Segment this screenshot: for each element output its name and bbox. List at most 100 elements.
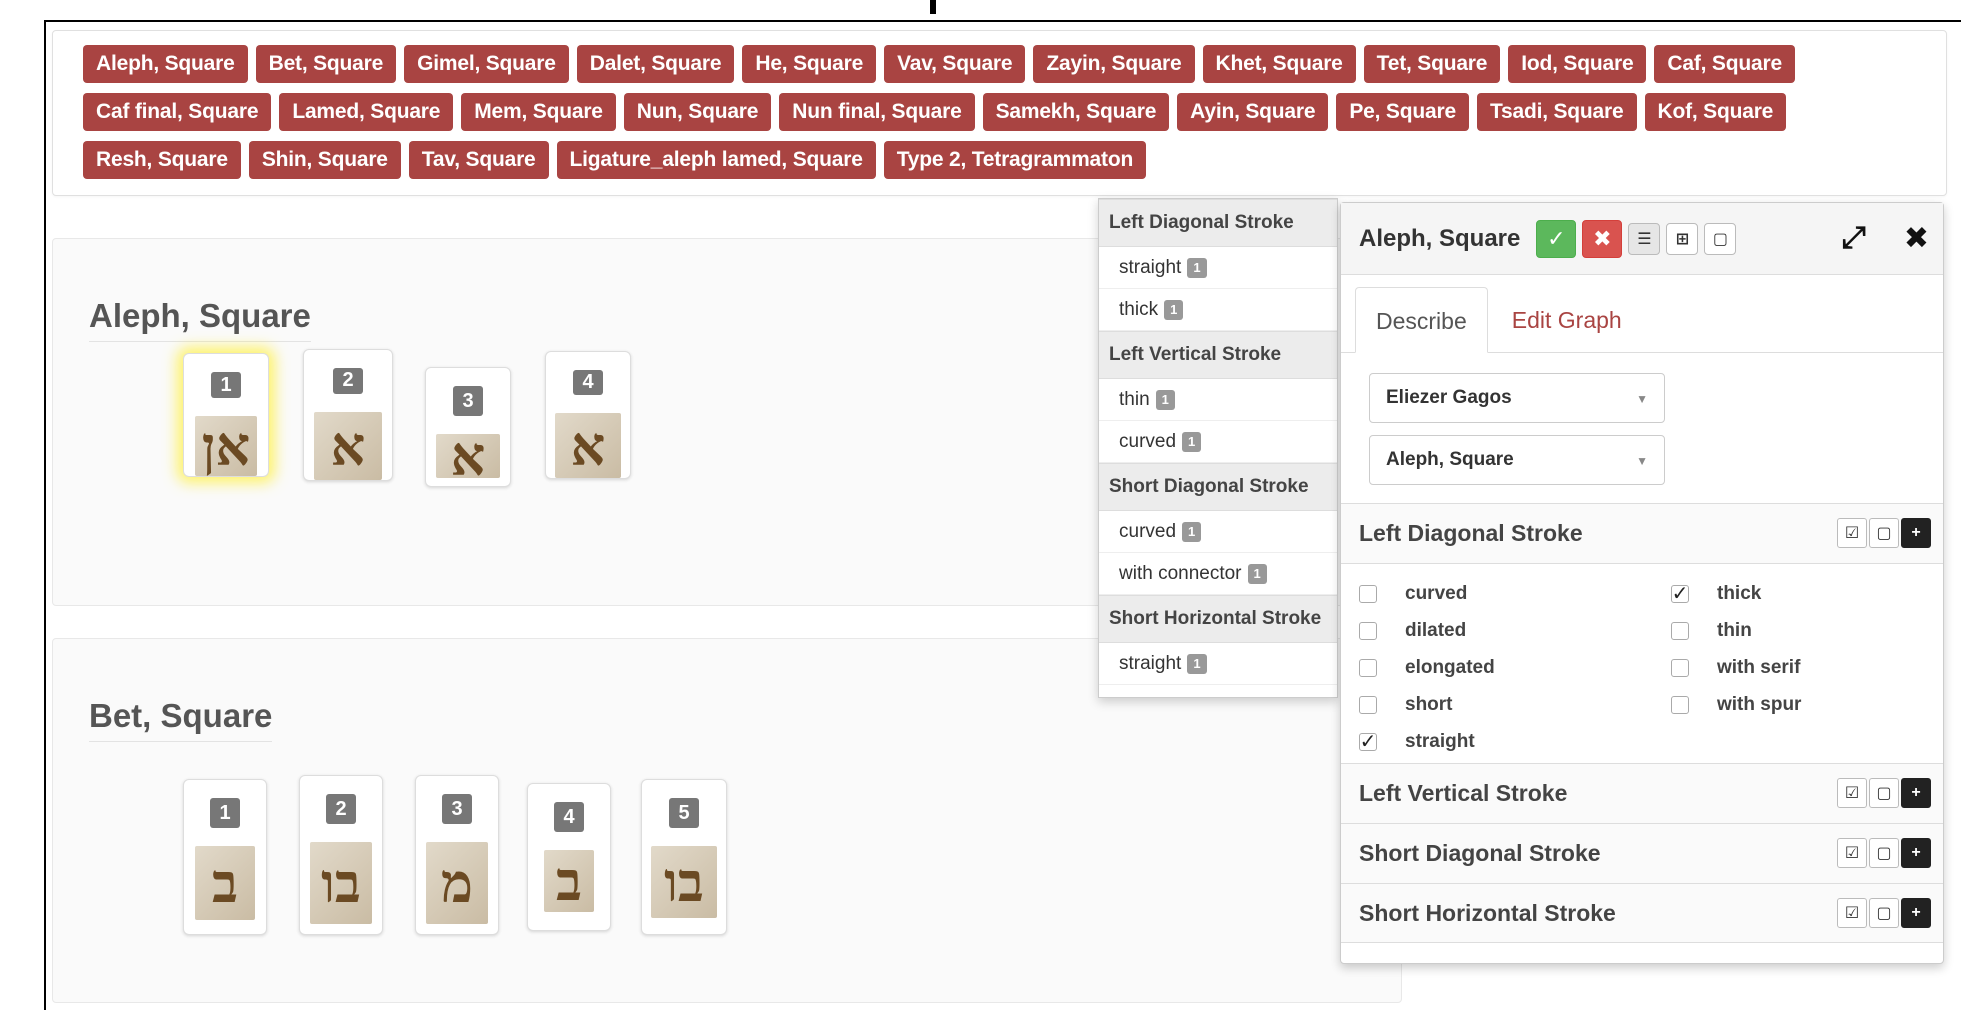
- plus-square-icon[interactable]: +: [1901, 898, 1931, 928]
- section-short-horizontal-stroke[interactable]: Short Horizontal Stroke ☑ ▢ +: [1341, 883, 1943, 943]
- section-left-diagonal-stroke[interactable]: Left Diagonal Stroke ☑ ▢ +: [1341, 503, 1943, 563]
- allograph-tag[interactable]: Khet, Square: [1202, 45, 1356, 83]
- checkbox[interactable]: [1671, 621, 1689, 640]
- check-all-icon[interactable]: ☑: [1837, 838, 1867, 868]
- allograph-tag[interactable]: Nun final, Square: [779, 93, 975, 131]
- summary-row[interactable]: thick 1: [1099, 289, 1337, 331]
- allograph-tag[interactable]: Dalet, Square: [576, 45, 735, 83]
- attribute-option[interactable]: curved: [1359, 578, 1671, 609]
- hand-select[interactable]: Eliezer Gagos ▼: [1369, 373, 1665, 423]
- allograph-tag[interactable]: Tav, Square: [408, 141, 549, 179]
- plus-square-icon[interactable]: ⊞: [1666, 222, 1699, 255]
- x-icon[interactable]: ✖: [1582, 219, 1623, 258]
- allograph-tag[interactable]: Iod, Square: [1508, 45, 1647, 83]
- allograph-tag[interactable]: Lamed, Square: [279, 93, 454, 131]
- section-left-vertical-stroke[interactable]: Left Vertical Stroke ☑ ▢ +: [1341, 763, 1943, 823]
- attribute-label: elongated: [1405, 656, 1495, 678]
- allograph-tag[interactable]: Type 2, Tetragrammaton: [883, 141, 1147, 179]
- allograph-tag[interactable]: Tet, Square: [1363, 45, 1501, 83]
- check-all-icon[interactable]: ☑: [1837, 518, 1867, 548]
- summary-row[interactable]: thin 1: [1099, 379, 1337, 421]
- allograph-tag[interactable]: Samekh, Square: [982, 93, 1170, 131]
- square-icon[interactable]: ▢: [1869, 898, 1899, 928]
- allograph-tag[interactable]: Caf final, Square: [83, 93, 272, 131]
- annotation-editor: Aleph, Square ✓ ✖ ☰ ⊞ ▢ ⤢ ✖ Describe Edi…: [1340, 202, 1944, 964]
- expand-icon[interactable]: ⤢: [1842, 221, 1866, 256]
- list-icon[interactable]: ☰: [1628, 222, 1661, 255]
- summary-row[interactable]: curved 1: [1099, 511, 1337, 553]
- allograph-tag[interactable]: Mem, Square: [461, 93, 616, 131]
- checkbox[interactable]: [1359, 695, 1377, 714]
- section-short-diagonal-stroke[interactable]: Short Diagonal Stroke ☑ ▢ +: [1341, 823, 1943, 883]
- summary-row[interactable]: straight 1: [1099, 643, 1337, 685]
- aleph-thumbnail[interactable]: 3 אׄ: [425, 367, 511, 487]
- plus-square-icon[interactable]: +: [1901, 778, 1931, 808]
- allograph-tag[interactable]: Ayin, Square: [1177, 93, 1329, 131]
- checkbox[interactable]: [1359, 584, 1377, 603]
- editor-tabs: Describe Edit Graph: [1341, 275, 1943, 353]
- bet-thumbnail[interactable]: 1ב: [183, 779, 267, 935]
- aleph-thumbnail[interactable]: 2א: [303, 349, 393, 481]
- allograph-tag[interactable]: Tsadi, Square: [1476, 93, 1637, 131]
- allograph-tag[interactable]: Zayin, Square: [1033, 45, 1195, 83]
- attribute-option[interactable]: ✓ thick: [1671, 578, 1931, 609]
- attribute-option[interactable]: elongated: [1359, 652, 1671, 683]
- bet-thumbnail[interactable]: 5 בו: [641, 779, 727, 935]
- attribute-option[interactable]: with spur: [1671, 689, 1931, 720]
- aleph-thumbnail[interactable]: 1 אן: [183, 353, 269, 477]
- bet-thumbnail[interactable]: 4ב: [527, 783, 611, 931]
- attribute-option[interactable]: with serif: [1671, 652, 1931, 683]
- count-badge: 1: [1187, 653, 1207, 674]
- summary-row[interactable]: straight 1: [1099, 247, 1337, 289]
- checkbox[interactable]: ✓: [1671, 584, 1689, 604]
- attribute-option[interactable]: dilated: [1359, 615, 1671, 646]
- attribute-option[interactable]: [1671, 726, 1931, 757]
- attribute-option[interactable]: thin: [1671, 615, 1931, 646]
- plus-square-icon[interactable]: +: [1901, 518, 1931, 548]
- bet-thumbnail[interactable]: 2 בו: [299, 775, 383, 935]
- checkbox[interactable]: [1671, 695, 1689, 714]
- allograph-tag[interactable]: Kof, Square: [1644, 93, 1787, 131]
- allograph-tag[interactable]: Nun, Square: [623, 93, 772, 131]
- checkbox[interactable]: [1671, 658, 1689, 677]
- tab-describe[interactable]: Describe: [1355, 287, 1488, 353]
- attribute-label: with spur: [1717, 693, 1802, 715]
- attribute-option[interactable]: short: [1359, 689, 1671, 720]
- attribute-label: thick: [1717, 582, 1762, 604]
- checkbox[interactable]: ✓: [1359, 732, 1377, 752]
- allograph-tag[interactable]: Caf, Square: [1654, 45, 1795, 83]
- attribute-label: thin: [1717, 619, 1752, 641]
- count-badge: 1: [1155, 389, 1175, 410]
- allograph-tag[interactable]: Bet, Square: [255, 45, 397, 83]
- check-all-icon[interactable]: ☑: [1837, 898, 1867, 928]
- plus-square-icon[interactable]: +: [1901, 838, 1931, 868]
- bet-thumbnail[interactable]: 3מ: [415, 775, 499, 935]
- summary-row-label: with connector: [1119, 562, 1242, 584]
- square-icon[interactable]: ▢: [1869, 518, 1899, 548]
- tab-edit-graph[interactable]: Edit Graph: [1492, 287, 1642, 352]
- checkbox[interactable]: [1359, 621, 1377, 640]
- allograph-tag[interactable]: Pe, Square: [1336, 93, 1469, 131]
- check-icon[interactable]: ✓: [1536, 219, 1577, 258]
- square-icon[interactable]: ▢: [1869, 778, 1899, 808]
- allograph-tag[interactable]: He, Square: [742, 45, 877, 83]
- check-all-icon[interactable]: ☑: [1837, 778, 1867, 808]
- checkbox[interactable]: [1359, 658, 1377, 677]
- count-badge: 1: [1182, 521, 1202, 542]
- attribute-option[interactable]: ✓ straight: [1359, 726, 1671, 757]
- allograph-tag[interactable]: Aleph, Square: [83, 45, 248, 83]
- summary-row[interactable]: curved 1: [1099, 421, 1337, 463]
- square-icon[interactable]: ▢: [1869, 838, 1899, 868]
- allograph-tag[interactable]: Shin, Square: [248, 141, 401, 179]
- chevron-down-icon: ▼: [1636, 392, 1648, 406]
- glyph-image: ב: [195, 846, 255, 920]
- close-icon[interactable]: ✖: [1904, 221, 1929, 256]
- aleph-thumbnail[interactable]: 4א: [545, 351, 631, 479]
- allograph-tag[interactable]: Vav, Square: [884, 45, 1026, 83]
- allograph-tag[interactable]: Resh, Square: [83, 141, 241, 179]
- allograph-select[interactable]: Aleph, Square ▼: [1369, 435, 1665, 485]
- square-icon[interactable]: ▢: [1704, 222, 1737, 255]
- allograph-tag[interactable]: Gimel, Square: [404, 45, 569, 83]
- summary-row[interactable]: with connector 1: [1099, 553, 1337, 595]
- allograph-tag[interactable]: Ligature_aleph lamed, Square: [556, 141, 876, 179]
